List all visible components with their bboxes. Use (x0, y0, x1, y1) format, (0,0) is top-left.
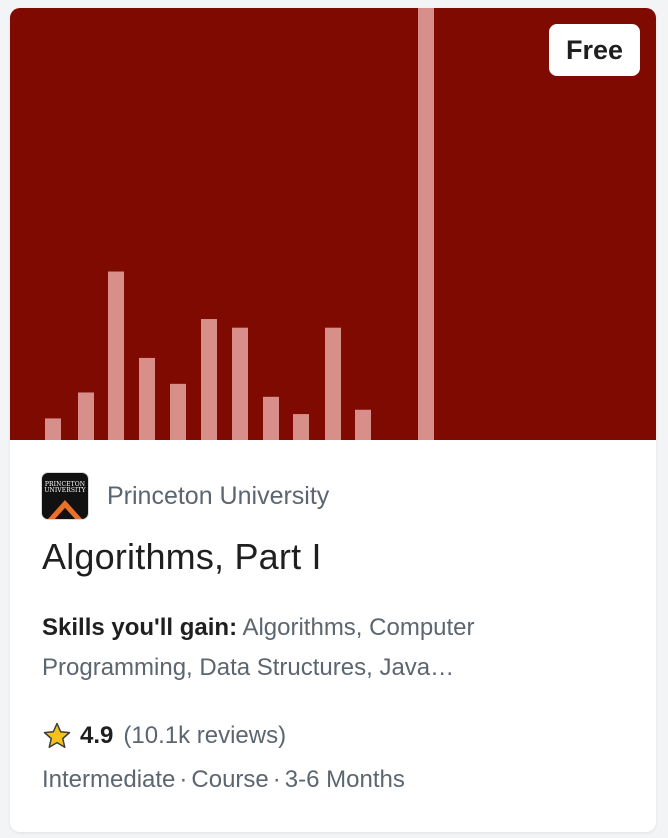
banner-bar (355, 409, 371, 440)
banner-bar (45, 418, 61, 440)
course-title[interactable]: Algorithms, Part I (42, 536, 322, 578)
partner-name[interactable]: Princeton University (107, 482, 329, 511)
banner-bar (293, 414, 309, 440)
meta-separator: · (272, 766, 281, 793)
banner-bar (418, 8, 434, 440)
rating-row: 4.9 (10.1k reviews) (42, 718, 286, 754)
meta-separator: · (179, 766, 188, 793)
banner-bar (78, 392, 94, 440)
skills-summary: Skills you'll gain: Algorithms, Computer… (42, 608, 522, 688)
review-count: (10.1k reviews) (123, 722, 287, 749)
banner-bar (201, 319, 217, 440)
banner-bar (139, 357, 155, 440)
banner-bar (263, 396, 279, 440)
free-badge: Free (549, 24, 640, 76)
princeton-logo-icon: PRINCETON UNIVERSITY (42, 473, 88, 519)
banner-bar (108, 271, 124, 440)
partner-row: PRINCETON UNIVERSITY Princeton Universit… (42, 472, 329, 520)
star-icon (43, 722, 71, 748)
banner-bar (170, 383, 186, 440)
course-meta: Intermediate · Course · 3-6 Months (42, 766, 405, 794)
banner-bar (232, 327, 248, 440)
course-card[interactable]: Free PRINCETON UNIVERSITY Princeton Univ… (10, 8, 656, 832)
course-type: Course (191, 766, 269, 793)
rating-value: 4.9 (80, 722, 114, 749)
course-duration: 3-6 Months (284, 766, 405, 793)
course-banner-image: Free (10, 8, 656, 440)
skills-label: Skills you'll gain: (42, 614, 238, 641)
course-level: Intermediate (42, 766, 176, 793)
banner-bar (325, 327, 341, 440)
